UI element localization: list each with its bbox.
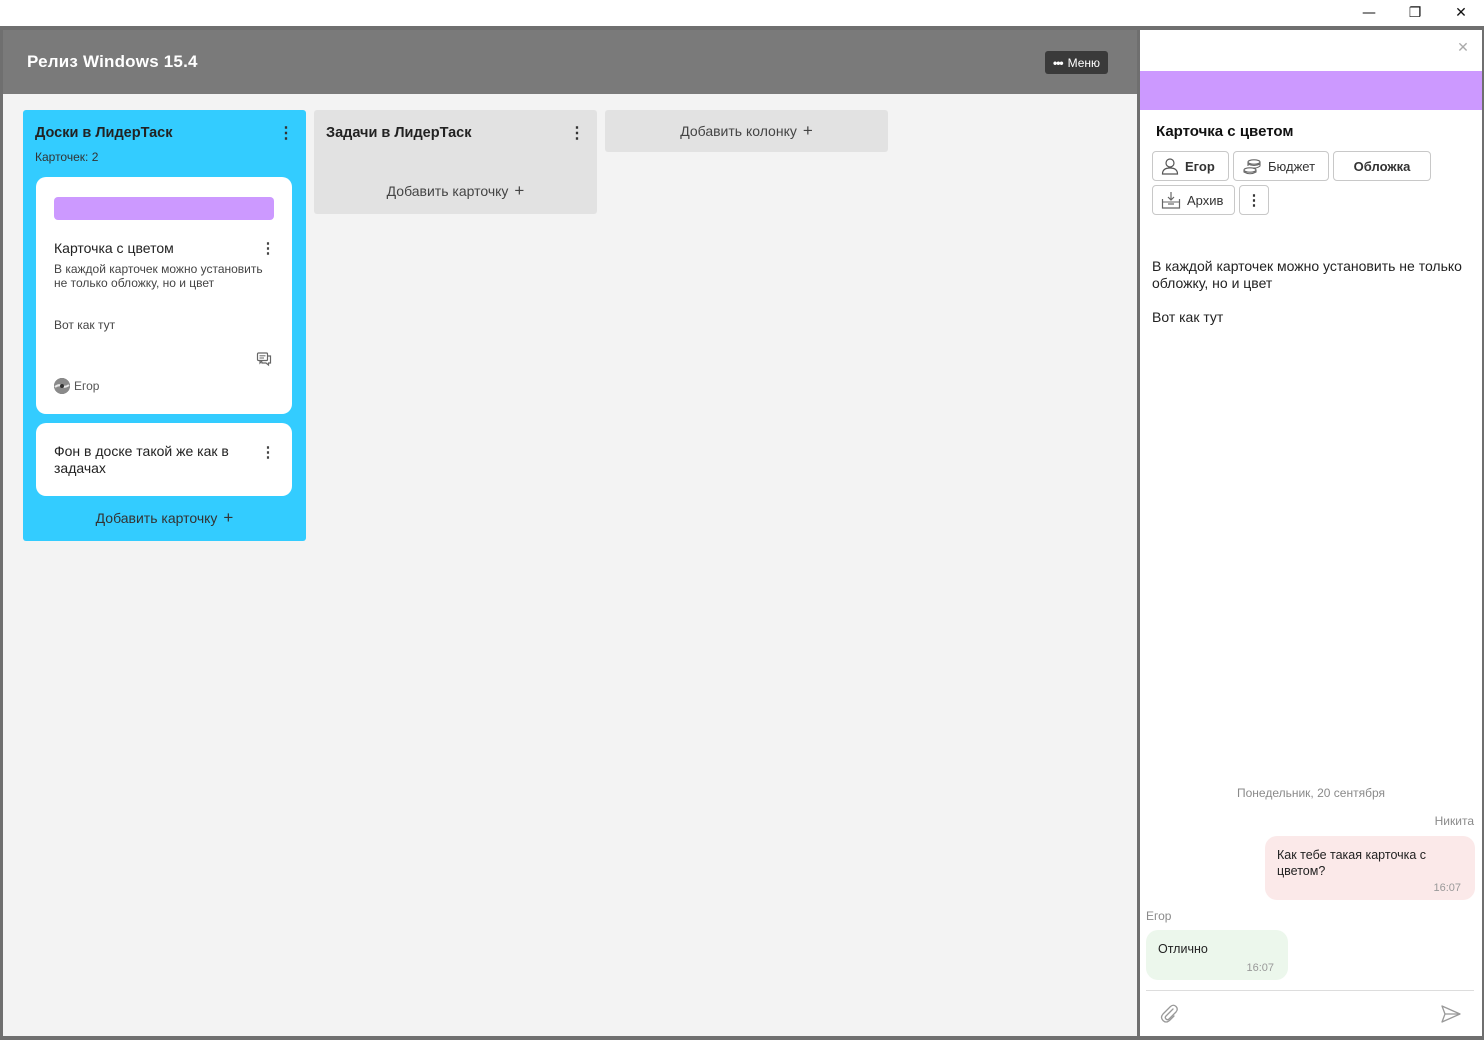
chat-message-outgoing[interactable]: Как тебе такая карточка с цветом? 16:07 <box>1265 836 1475 900</box>
card-assignee: Егор <box>74 379 100 393</box>
panel-description-extra[interactable]: Вот как тут <box>1152 309 1223 325</box>
add-column-button[interactable]: Добавить колонку + <box>605 110 888 152</box>
column-card-count: Карточек: 2 <box>35 150 99 164</box>
cover-label: Обложка <box>1353 158 1411 174</box>
card-background[interactable]: Фон в доске такой же как в задачах ⋮ <box>36 423 292 496</box>
add-card-label: Добавить карточку <box>386 183 509 199</box>
more-dots-icon: ••• <box>1053 55 1064 70</box>
user-icon <box>1161 158 1179 175</box>
assignee-label: Егор <box>1185 158 1215 174</box>
window-restore-button[interactable]: ❐ <box>1392 0 1438 26</box>
comments-icon <box>256 352 272 367</box>
card-detail-panel: ✕ Карточка с цветом Егор Бюджет Обложка <box>1140 30 1482 1036</box>
assignee-button[interactable]: Егор <box>1152 151 1229 181</box>
message-time: 16:07 <box>1246 962 1274 974</box>
paperclip-icon[interactable] <box>1158 1002 1180 1024</box>
coins-icon <box>1243 159 1261 175</box>
panel-more-button[interactable]: ⋮ <box>1239 185 1269 215</box>
budget-button[interactable]: Бюджет <box>1233 151 1329 181</box>
plus-icon: + <box>223 508 234 527</box>
column-menu-icon[interactable]: ⋮ <box>569 124 585 142</box>
chat-date-separator: Понедельник, 20 сентября <box>1236 786 1385 800</box>
send-icon[interactable] <box>1440 1004 1462 1024</box>
message-time: 16:07 <box>1433 882 1461 894</box>
budget-label: Бюджет <box>1268 158 1316 174</box>
cover-button[interactable]: Обложка <box>1333 151 1431 181</box>
card-title: Фон в доске такой же как в задачах <box>54 443 229 476</box>
message-author: Никита <box>1434 814 1474 828</box>
app-frame: Релиз Windows 15.4 ••• Меню Доски в Лиде… <box>0 26 1484 1040</box>
window-minimize-button[interactable]: — <box>1346 0 1392 26</box>
archive-icon <box>1161 192 1181 209</box>
window-title-bar: — ❐ ✕ <box>0 0 1484 26</box>
board-title: Релиз Windows 15.4 <box>27 52 198 71</box>
plus-icon: + <box>514 181 525 200</box>
message-text: Как тебе такая карточка с цветом? <box>1277 848 1427 878</box>
avatar-image-icon <box>54 378 70 394</box>
board-header: Релиз Windows 15.4 ••• Меню <box>3 30 1137 94</box>
panel-cover-color <box>1140 71 1482 110</box>
add-card-button[interactable]: Добавить карточку + <box>314 181 597 200</box>
archive-label: Архив <box>1187 192 1224 208</box>
column-title[interactable]: Задачи в ЛидерТаск <box>326 125 471 141</box>
panel-card-title[interactable]: Карточка с цветом <box>1156 123 1293 140</box>
add-card-label: Добавить карточку <box>95 510 218 526</box>
message-author: Егор <box>1146 909 1172 923</box>
chat-message-incoming[interactable]: Отлично 16:07 <box>1146 930 1288 980</box>
board-menu-label: Меню <box>1067 55 1101 70</box>
window-close-button[interactable]: ✕ <box>1438 0 1484 26</box>
add-column-label: Добавить колонку <box>680 123 797 139</box>
card-title: Карточка с цветом <box>54 240 174 256</box>
chat-divider <box>1146 990 1474 991</box>
message-text: Отлично <box>1158 942 1208 956</box>
plus-icon: + <box>802 121 813 140</box>
column-tasks: Задачи в ЛидерТаск ⋮ Добавить карточку + <box>314 110 597 214</box>
avatar <box>54 378 70 394</box>
close-icon[interactable]: ✕ <box>1456 39 1470 55</box>
column-title[interactable]: Доски в ЛидерТаск <box>35 125 172 141</box>
add-card-button[interactable]: Добавить карточку + <box>23 508 306 527</box>
card-description-extra: Вот как тут <box>54 318 116 332</box>
column-menu-icon[interactable]: ⋮ <box>278 124 294 142</box>
card-cover-color <box>54 197 274 220</box>
card-color[interactable]: Карточка с цветом ⋮ В каждой карточек мо… <box>36 177 292 414</box>
panel-description[interactable]: В каждой карточек можно установить не то… <box>1152 258 1478 292</box>
archive-button[interactable]: Архив <box>1152 185 1235 215</box>
card-menu-icon[interactable]: ⋮ <box>261 239 276 257</box>
board-area: Релиз Windows 15.4 ••• Меню Доски в Лиде… <box>3 30 1137 1036</box>
card-menu-icon[interactable]: ⋮ <box>261 443 276 461</box>
column-boards: Доски в ЛидерТаск Карточек: 2 ⋮ Карточка… <box>23 110 306 541</box>
card-description: В каждой карточек можно установить не то… <box>54 262 263 290</box>
board-menu-button[interactable]: ••• Меню <box>1045 51 1109 74</box>
